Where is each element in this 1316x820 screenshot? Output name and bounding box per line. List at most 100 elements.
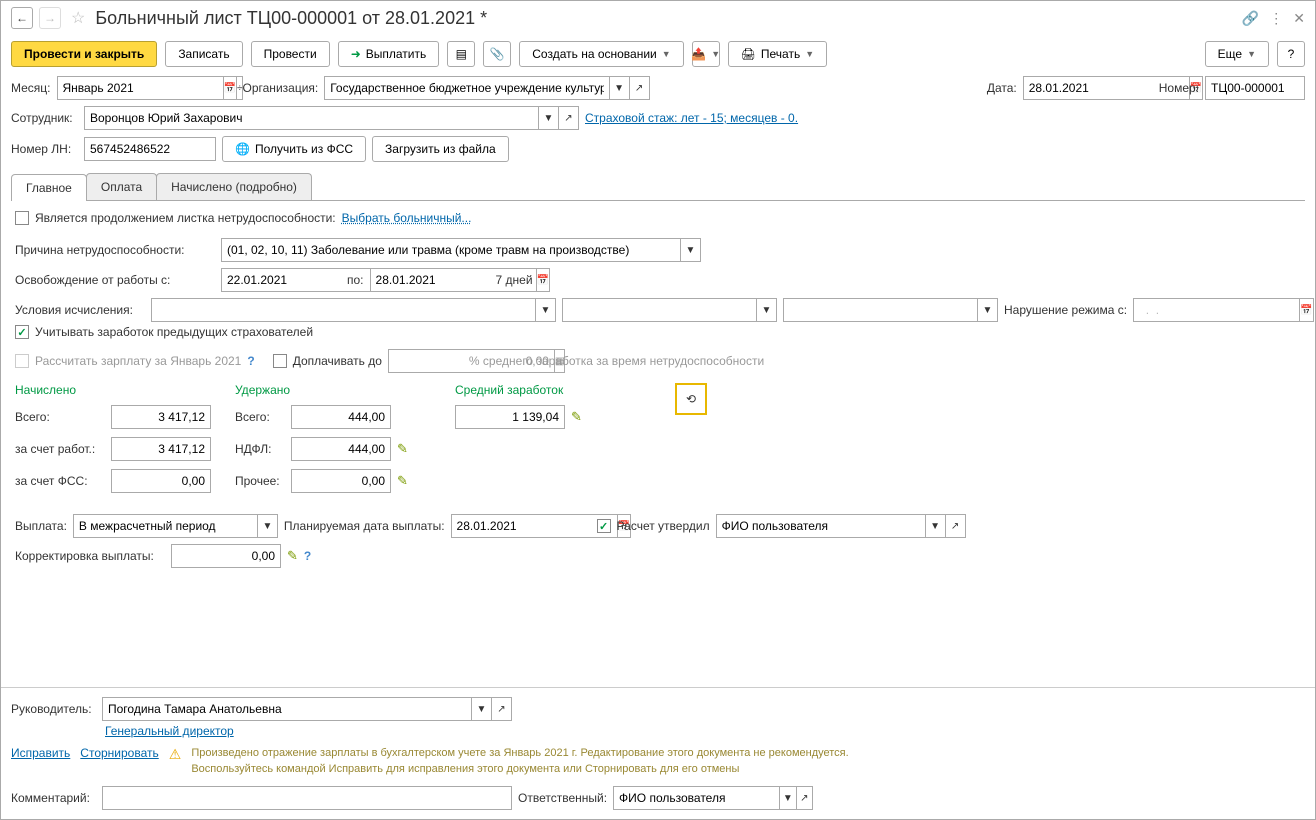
calendar-icon[interactable]: 📅	[537, 268, 550, 292]
fix-link[interactable]: Исправить	[11, 746, 70, 760]
help-icon[interactable]: ?	[304, 549, 311, 563]
choose-sickleave-link[interactable]: Выбрать больничный...	[342, 211, 472, 225]
continuation-checkbox[interactable]	[15, 211, 29, 225]
calc-approved-label: Расчет утвердил	[617, 519, 710, 533]
dropdown-icon[interactable]: ▼	[539, 106, 559, 130]
dropdown-icon[interactable]: ▼	[472, 697, 492, 721]
create-based-button[interactable]: Создать на основании▼	[519, 41, 683, 67]
post-and-close-button[interactable]: Провести и закрыть	[11, 41, 157, 67]
link-icon[interactable]: 🔗	[1242, 10, 1259, 27]
violation-label: Нарушение режима с:	[1004, 303, 1127, 317]
reverse-link[interactable]: Сторнировать	[80, 746, 158, 760]
edit-icon[interactable]: ✎	[397, 441, 408, 457]
dropdown-icon[interactable]: ▼	[681, 238, 701, 262]
dropdown-icon[interactable]: ▼	[780, 786, 797, 810]
responsible-input[interactable]	[613, 786, 780, 810]
open-icon[interactable]: ↗	[630, 76, 650, 100]
topup-checkbox[interactable]	[273, 354, 287, 368]
open-icon[interactable]: ↗	[492, 697, 512, 721]
dropdown-icon[interactable]: ▼	[258, 514, 278, 538]
print-label: Печать	[761, 47, 800, 61]
edit-icon[interactable]: ✎	[397, 473, 408, 489]
withheld-total-label: Всего:	[235, 410, 285, 424]
accrued-fss-input[interactable]	[111, 469, 211, 493]
tab-main[interactable]: Главное	[11, 174, 87, 201]
back-button[interactable]: ←	[11, 7, 33, 29]
edit-icon[interactable]: ✎	[287, 548, 298, 564]
dropdown-icon[interactable]: ▼	[757, 298, 777, 322]
calc-cond-3-input[interactable]	[783, 298, 978, 322]
print-button[interactable]: 🖨 Печать▼	[728, 41, 827, 67]
attachment-button[interactable]: 📎	[483, 41, 511, 67]
favorite-icon[interactable]: ☆	[71, 8, 85, 28]
release-from-label: Освобождение от работы с:	[15, 273, 215, 287]
dropdown-icon[interactable]: ▼	[978, 298, 998, 322]
accrued-total-input[interactable]	[111, 405, 211, 429]
continuation-label: Является продолжением листка нетрудоспос…	[35, 211, 336, 225]
tab-payment[interactable]: Оплата	[86, 173, 157, 200]
prev-insurers-checkbox[interactable]	[15, 325, 29, 339]
withheld-other-input[interactable]	[291, 469, 391, 493]
tab-accrued[interactable]: Начислено (подробно)	[156, 173, 312, 200]
window-title: Больничный лист ТЦ00-000001 от 28.01.202…	[95, 8, 1235, 29]
dropdown-icon[interactable]: ▼	[926, 514, 946, 538]
warning-text-2: Воспользуйтесь командой Исправить для ис…	[191, 762, 848, 777]
more-button[interactable]: Еще▼	[1205, 41, 1269, 67]
reason-input[interactable]	[221, 238, 681, 262]
save-button[interactable]: Записать	[165, 41, 242, 67]
month-input[interactable]	[57, 76, 224, 100]
tabs: Главное Оплата Начислено (подробно)	[11, 173, 1305, 201]
ln-number-input[interactable]	[84, 137, 216, 161]
number-input[interactable]	[1205, 76, 1305, 100]
document-icon-button[interactable]: ▤	[447, 41, 475, 67]
pay-label: Выплатить	[366, 47, 427, 61]
planned-date-input[interactable]	[451, 514, 618, 538]
calc-cond-2-input[interactable]	[562, 298, 757, 322]
insurance-link[interactable]: Страховой стаж: лет - 15; месяцев - 0.	[585, 111, 798, 125]
planned-date-label: Планируемая дата выплаты:	[284, 519, 445, 533]
dropdown-icon[interactable]: ▼	[610, 76, 630, 100]
calendar-icon[interactable]: 📅	[224, 76, 237, 100]
kebab-icon[interactable]: ⋮	[1269, 10, 1283, 27]
help-button[interactable]: ?	[1277, 41, 1305, 67]
forward-button[interactable]: →	[39, 7, 61, 29]
get-fss-label: Получить из ФСС	[255, 142, 353, 156]
prev-insurers-label: Учитывать заработок предыдущих страховат…	[35, 325, 313, 339]
payout-label: Выплата:	[15, 519, 67, 533]
post-button[interactable]: Провести	[251, 41, 330, 67]
org-input[interactable]	[324, 76, 609, 100]
open-icon[interactable]: ↗	[946, 514, 966, 538]
open-icon[interactable]: ↗	[797, 786, 814, 810]
avg-earn-input[interactable]	[455, 405, 565, 429]
calendar-icon[interactable]: 📅	[1300, 298, 1313, 322]
correction-input[interactable]	[171, 544, 281, 568]
export-button[interactable]: 📤▼	[692, 41, 720, 67]
approver-input[interactable]	[716, 514, 926, 538]
calc-approved-checkbox[interactable]	[597, 519, 611, 533]
close-icon[interactable]: ✕	[1293, 10, 1305, 27]
withheld-ndfl-input[interactable]	[291, 437, 391, 461]
calc-cond-1-input[interactable]	[151, 298, 536, 322]
comment-input[interactable]	[102, 786, 512, 810]
manager-input[interactable]	[102, 697, 472, 721]
create-based-label: Создать на основании	[532, 47, 657, 61]
accrued-emp-input[interactable]	[111, 437, 211, 461]
dropdown-icon[interactable]: ▼	[536, 298, 556, 322]
withheld-other-label: Прочее:	[235, 474, 285, 488]
get-fss-button[interactable]: 🌐 Получить из ФСС	[222, 136, 366, 162]
refresh-button[interactable]: ⟲	[675, 383, 707, 415]
accrued-fss-label: за счет ФСС:	[15, 474, 105, 488]
calc-cond-label: Условия исчисления:	[15, 303, 145, 317]
payout-input[interactable]	[73, 514, 258, 538]
pay-button[interactable]: ➜Выплатить	[338, 41, 440, 67]
employee-input[interactable]	[84, 106, 539, 130]
help-icon[interactable]: ?	[247, 354, 254, 368]
edit-icon[interactable]: ✎	[571, 409, 582, 425]
withheld-total-input[interactable]	[291, 405, 391, 429]
manager-position-link[interactable]: Генеральный директор	[105, 724, 234, 738]
violation-date-input[interactable]	[1133, 298, 1300, 322]
topup-label: Доплачивать до	[293, 354, 382, 368]
load-file-button[interactable]: Загрузить из файла	[372, 136, 509, 162]
open-icon[interactable]: ↗	[559, 106, 579, 130]
number-label: Номер:	[1159, 81, 1199, 95]
